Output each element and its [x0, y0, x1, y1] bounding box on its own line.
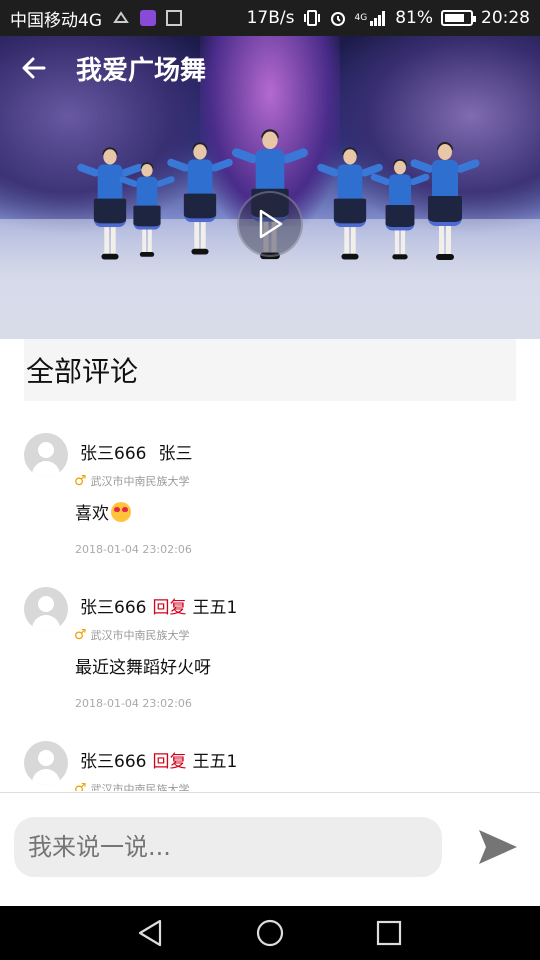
- list-item[interactable]: 张三666 回复 王五1 ♂ 武汉市中南民族大学 最近这舞蹈好火呀 2018-01-…: [0, 555, 540, 710]
- comment-author-line: 张三666 回复 王五1: [80, 593, 237, 618]
- comment-input[interactable]: [14, 817, 442, 877]
- network-speed: 17B/s: [246, 8, 295, 28]
- comment-meta: ♂ 武汉市中南民族大学: [74, 473, 190, 489]
- comment-author-line: 张三666 回复 王五1: [80, 747, 237, 772]
- avatar[interactable]: [24, 741, 68, 785]
- avatar[interactable]: [24, 587, 68, 631]
- comment-reply-target[interactable]: 张三: [158, 444, 192, 464]
- triangle-back-icon: [138, 919, 162, 947]
- list-item[interactable]: 张三666 张三 ♂ 武汉市中南民族大学 喜欢 2018-01-04 23:02:…: [0, 401, 540, 556]
- qr-notification-icon: [166, 10, 182, 26]
- dancer: [118, 162, 176, 268]
- page-title: 我爱广场舞: [76, 56, 207, 86]
- comment-author[interactable]: 张三666: [80, 444, 146, 464]
- battery-icon: [441, 10, 476, 26]
- comment-meta: ♂ 武汉市中南民族大学: [74, 781, 190, 791]
- heart-eyes-emoji-icon: [111, 501, 131, 522]
- play-icon: [259, 209, 283, 239]
- circle-home-icon: [256, 919, 284, 947]
- dancer: [166, 142, 234, 268]
- comment-location: 武汉市中南民族大学: [90, 475, 190, 488]
- reply-label: 回复: [152, 752, 187, 772]
- dancer: [409, 142, 481, 274]
- network-type: 4G: [354, 13, 368, 23]
- signal-icon: [370, 11, 386, 26]
- dancer: [76, 147, 144, 273]
- comment-input-bar: [0, 792, 540, 906]
- send-icon: [479, 830, 517, 864]
- screen: 中国移动4G 17B/s 4G 81% 20:28 我爱广场舞 全部评论 张三6…: [0, 0, 540, 960]
- clock: 20:28: [481, 8, 530, 28]
- battery-percent: 81%: [395, 8, 433, 28]
- comment-author-line: 张三666 张三: [80, 439, 192, 464]
- male-icon: ♂: [74, 627, 87, 643]
- nav-back-button[interactable]: [133, 916, 167, 950]
- male-icon: ♂: [74, 473, 87, 489]
- dancer: [369, 159, 431, 272]
- comments-header: 全部评论: [24, 339, 516, 401]
- vibrate-icon: [303, 10, 320, 26]
- play-button[interactable]: [237, 191, 303, 257]
- alarm-icon: [330, 12, 345, 26]
- nav-recents-button[interactable]: [372, 916, 406, 950]
- system-nav-bar: [0, 906, 540, 960]
- avatar[interactable]: [24, 433, 68, 477]
- comment-content: 最近这舞蹈好火呀: [75, 658, 211, 678]
- comment-content: 喜欢: [75, 499, 131, 524]
- comment-reply-target[interactable]: 王五1: [192, 598, 237, 618]
- nav-home-button[interactable]: [253, 916, 287, 950]
- comment-author[interactable]: 张三666: [80, 752, 146, 772]
- comment-list[interactable]: 张三666 张三 ♂ 武汉市中南民族大学 喜欢 2018-01-04 23:02:…: [0, 401, 540, 791]
- arrow-left-icon: [22, 57, 46, 79]
- notification-icon: [113, 11, 129, 23]
- comment-meta: ♂ 武汉市中南民族大学: [74, 627, 190, 643]
- comments-heading: 全部评论: [26, 355, 139, 388]
- status-bar: 中国移动4G 17B/s 4G 81% 20:28: [0, 0, 540, 36]
- comment-location: 武汉市中南民族大学: [90, 629, 190, 642]
- app-notification-icon: [140, 10, 156, 26]
- comment-author[interactable]: 张三666: [80, 598, 146, 618]
- dancer: [316, 147, 384, 273]
- carrier-label: 中国移动4G: [10, 10, 102, 31]
- male-icon: ♂: [74, 781, 87, 791]
- comment-location: 武汉市中南民族大学: [90, 783, 190, 791]
- reply-label: 回复: [152, 598, 187, 618]
- send-button[interactable]: [472, 821, 524, 873]
- comment-reply-target[interactable]: 王五1: [192, 752, 237, 772]
- list-item[interactable]: 张三666 回复 王五1 ♂ 武汉市中南民族大学: [0, 709, 540, 791]
- square-recents-icon: [376, 920, 402, 946]
- back-button[interactable]: [18, 52, 50, 84]
